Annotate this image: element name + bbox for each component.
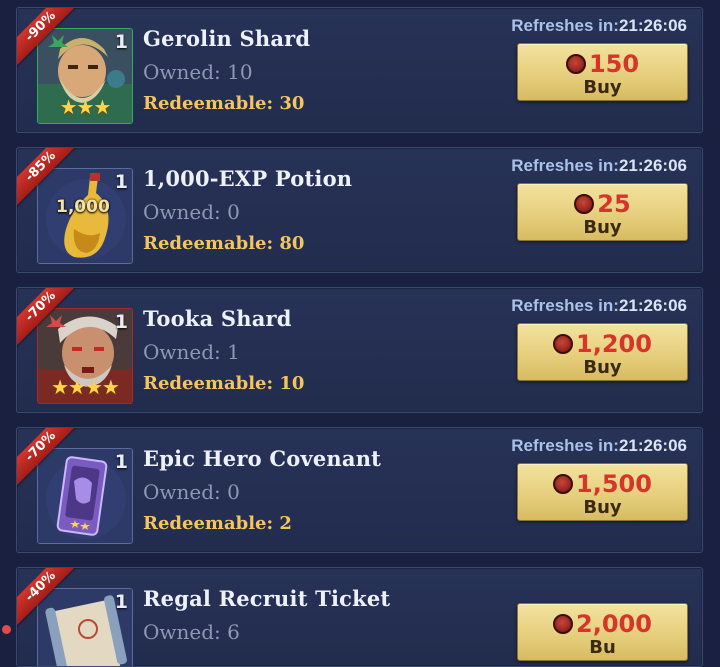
item-quantity: 1 <box>114 31 128 53</box>
buy-label: Buy <box>583 77 622 98</box>
red-gem-coin-icon <box>565 54 586 74</box>
refresh-time: 21:26:06 <box>618 296 687 315</box>
buy-label: Buy <box>583 497 622 518</box>
refresh-timer: Refreshes in:21:26:06 <box>511 436 687 456</box>
scroll-ticket-icon[interactable]: 1 <box>37 588 133 666</box>
redeemable-count: Redeemable: 10 <box>143 373 305 394</box>
item-name: Regal Recruit Ticket <box>143 586 391 611</box>
price-value: 150 <box>588 50 640 78</box>
buy-label: Buy <box>583 217 622 238</box>
shop-item-card: -70% 1 ★★★★ Tooka Shard Owned: 1 Redeema… <box>16 287 703 413</box>
refresh-timer: Refreshes in:21:26:06 <box>511 296 687 316</box>
price-row: 2,000 <box>518 610 687 638</box>
exp-amount-label: 1,000 <box>56 197 110 217</box>
owned-count: Owned: 0 <box>143 200 240 224</box>
item-name: Gerolin Shard <box>143 26 311 51</box>
buy-button[interactable]: 25 Buy <box>517 183 688 241</box>
price-value: 25 <box>597 190 631 218</box>
redeemable-count: Redeemable: 30 <box>143 93 305 114</box>
buy-button[interactable]: 1,500 Buy <box>517 463 688 521</box>
exp-potion-icon[interactable]: 1 1,000 <box>37 168 133 264</box>
item-quantity: 1 <box>114 171 128 193</box>
item-name: Tooka Shard <box>143 306 292 331</box>
refresh-time: 21:26:06 <box>618 156 687 175</box>
hero-gerolin-portrait[interactable]: 1 ★★★ <box>37 28 133 124</box>
item-quantity: 1 <box>114 451 128 473</box>
owned-count: Owned: 1 <box>143 340 240 364</box>
shop-item-card: -70% 1 Epic Hero Covenant Owned: 0 Redee… <box>16 427 703 553</box>
owned-count: Owned: 10 <box>143 60 253 84</box>
star-rating-icon: ★★★★ <box>51 375 120 399</box>
hero-tooka-portrait[interactable]: 1 ★★★★ <box>37 308 133 404</box>
red-gem-coin-icon <box>553 474 574 494</box>
price-value: 1,500 <box>576 470 652 498</box>
refresh-label: Refreshes in: <box>511 16 619 35</box>
buy-label: Bu <box>589 637 616 658</box>
shop-item-card: -85% 1 1,000 1,000-EXP Potion Owned: 0 R… <box>16 147 703 273</box>
star-rating-icon: ★★★ <box>59 95 112 119</box>
refresh-label: Refreshes in: <box>511 156 619 175</box>
buy-button[interactable]: 1,200 Buy <box>517 323 688 381</box>
red-gem-coin-icon <box>553 614 574 634</box>
item-quantity: 1 <box>114 311 128 333</box>
red-gem-coin-icon <box>553 334 574 354</box>
price-row: 1,500 <box>518 470 687 498</box>
buy-button[interactable]: 2,000 Bu <box>517 603 688 661</box>
owned-count: Owned: 6 <box>143 620 240 644</box>
price-row: 1,200 <box>518 330 687 358</box>
item-name: 1,000-EXP Potion <box>143 166 353 191</box>
buy-button[interactable]: 150 Buy <box>517 43 688 101</box>
refresh-time: 21:26:06 <box>618 16 687 35</box>
price-row: 150 <box>518 50 687 78</box>
refresh-label: Refreshes in: <box>511 296 619 315</box>
buy-label: Buy <box>583 357 622 378</box>
owned-count: Owned: 0 <box>143 480 240 504</box>
refresh-timer: Refreshes in:21:26:06 <box>511 16 687 36</box>
refresh-label: Refreshes in: <box>511 436 619 455</box>
item-quantity: 1 <box>114 591 128 613</box>
redeemable-count: Redeemable: 2 <box>143 513 292 534</box>
shop-item-card: -90% 1 ★★★ Gerolin Shard Owned: 10 Redee… <box>16 7 703 133</box>
refresh-timer: Refreshes in:21:26:06 <box>511 156 687 176</box>
redeemable-count: Redeemable: 80 <box>143 233 305 254</box>
price-row: 25 <box>518 190 687 218</box>
red-gem-coin-icon <box>574 194 595 214</box>
price-value: 2,000 <box>576 610 652 638</box>
epic-covenant-card-icon[interactable]: 1 <box>37 448 133 544</box>
item-name: Epic Hero Covenant <box>143 446 382 471</box>
refresh-time: 21:26:06 <box>618 436 687 455</box>
price-value: 1,200 <box>576 330 652 358</box>
notification-dot-icon <box>2 625 11 634</box>
shop-item-card: -40% 1 Regal Recruit Ticket Owned: 6 2,0… <box>16 567 703 667</box>
